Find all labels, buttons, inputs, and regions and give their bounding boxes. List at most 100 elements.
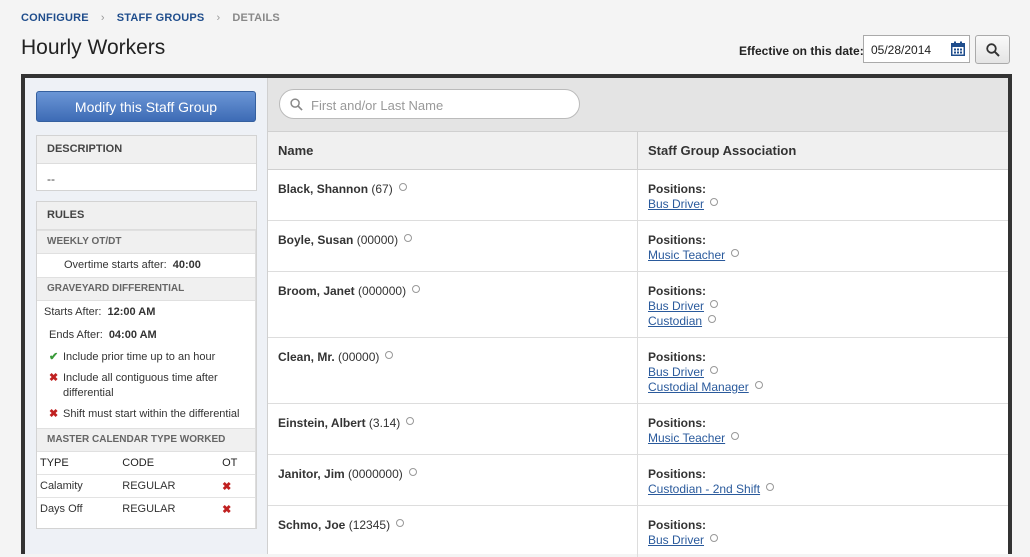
cross-icon: ✖ — [222, 480, 232, 493]
info-icon[interactable] — [412, 285, 421, 293]
table-row[interactable]: Boyle, Susan (00000) Positions: Music Tea… — [268, 221, 1008, 272]
info-icon[interactable] — [731, 249, 740, 257]
rule-check-item: ✖ Shift must start within the differentia… — [37, 404, 255, 428]
info-icon[interactable] — [404, 234, 413, 242]
association-cell: Positions: Bus Driver — [637, 170, 1008, 220]
name-cell: Janitor, Jim (0000000) — [268, 455, 637, 505]
info-icon[interactable] — [754, 381, 763, 389]
left-panel: Modify this Staff Group DESCRIPTION -- R… — [25, 78, 268, 554]
position-link[interactable]: Bus Driver — [648, 299, 704, 313]
table-row[interactable]: Schmo, Joe (12345) Positions: Bus Driver — [268, 506, 1008, 557]
calendar-icon[interactable] — [950, 41, 966, 57]
rules-body: WEEKLY OT/DT Overtime starts after: 40:00… — [37, 230, 255, 520]
cell-code: REGULAR — [119, 474, 220, 498]
position-link[interactable]: Custodial Manager — [648, 380, 749, 394]
position-link[interactable]: Custodian — [648, 314, 702, 328]
cell-type: Days Off — [37, 497, 120, 520]
info-icon[interactable] — [398, 183, 407, 191]
info-icon[interactable] — [766, 483, 775, 491]
position-link[interactable]: Bus Driver — [648, 365, 704, 379]
info-icon[interactable] — [710, 300, 719, 308]
weekly-ot-header: WEEKLY OT/DT — [37, 230, 255, 254]
name-cell: Black, Shannon (67) — [268, 170, 637, 220]
positions-label: Positions: — [648, 518, 707, 532]
table-row[interactable]: Clean, Mr. (00000) Positions: Bus Driver C… — [268, 338, 1008, 404]
effective-date-label: Effective on this date: — [739, 44, 864, 58]
breadcrumb-separator: › — [100, 12, 105, 24]
table-row[interactable]: Black, Shannon (67) Positions: Bus Driver — [268, 170, 1008, 221]
name-cell: Einstein, Albert (3.14) — [268, 404, 637, 454]
page-title: Hourly Workers — [21, 36, 166, 59]
staff-id: (000000) — [358, 284, 407, 298]
breadcrumb-details: DETAILS — [232, 12, 280, 24]
rule-check-item: ✔ Include prior time up to an hour — [37, 347, 255, 368]
association-cell: Positions: Custodian - 2nd Shift — [637, 455, 1008, 505]
modify-staff-group-button[interactable]: Modify this Staff Group — [36, 91, 256, 122]
breadcrumb-staff-groups[interactable]: STAFF GROUPS — [117, 12, 205, 24]
rules-header: RULES — [37, 202, 256, 230]
breadcrumb-configure[interactable]: CONFIGURE — [21, 12, 89, 24]
position-link[interactable]: Music Teacher — [648, 248, 725, 262]
staff-group-frame: Modify this Staff Group DESCRIPTION -- R… — [21, 74, 1012, 557]
info-icon[interactable] — [408, 468, 417, 476]
staff-name: Black, Shannon — [278, 182, 369, 196]
cell-code: REGULAR — [119, 497, 220, 520]
staff-name: Janitor, Jim — [278, 467, 345, 481]
position-link[interactable]: Music Teacher — [648, 431, 725, 445]
staff-id: (3.14) — [368, 416, 401, 430]
positions-label: Positions: — [648, 284, 707, 298]
table-row[interactable]: Broom, Janet (000000) Positions: Bus Driv… — [268, 272, 1008, 338]
breadcrumb: CONFIGURE › STAFF GROUPS › DETAILS — [21, 12, 280, 24]
staff-id: (67) — [371, 182, 393, 196]
col-ot: OT — [219, 452, 255, 475]
date-search-button[interactable] — [975, 35, 1010, 64]
position-link[interactable]: Bus Driver — [648, 533, 704, 547]
master-calendar-table: TYPE CODE OT Calamity REGULAR ✖ Days Off… — [37, 452, 255, 520]
breadcrumb-separator: › — [216, 12, 221, 24]
right-panel: Name Staff Group Association Black, Shan… — [268, 78, 1008, 557]
name-cell: Boyle, Susan (00000) — [268, 221, 637, 271]
info-icon[interactable] — [710, 366, 719, 374]
name-search-input[interactable] — [309, 95, 573, 115]
staff-id: (12345) — [348, 518, 391, 532]
table-row[interactable]: Einstein, Albert (3.14) Positions: Music … — [268, 404, 1008, 455]
table-row[interactable]: Janitor, Jim (0000000) Positions: Custodi… — [268, 455, 1008, 506]
positions-label: Positions: — [648, 467, 707, 481]
cell-ot: ✖ — [219, 474, 255, 498]
position-link[interactable]: Bus Driver — [648, 197, 704, 211]
rule-check-text: Include prior time up to an hour — [63, 351, 216, 363]
info-icon[interactable] — [396, 519, 405, 527]
name-search-field[interactable] — [279, 89, 580, 119]
staff-name: Clean, Mr. — [278, 350, 335, 364]
col-type: TYPE — [37, 452, 120, 475]
info-icon[interactable] — [406, 417, 415, 425]
info-icon[interactable] — [385, 351, 394, 359]
cell-ot: ✖ — [219, 497, 255, 520]
graveyard-ends: Ends After: 04:00 AM — [37, 324, 255, 347]
cell-type: Calamity — [37, 474, 120, 498]
grid-header: Name Staff Group Association — [268, 131, 1008, 170]
search-bar — [268, 78, 1008, 131]
effective-date-value: 05/28/2014 — [871, 43, 932, 57]
position-link[interactable]: Custodian - 2nd Shift — [648, 482, 760, 496]
rules-panel: RULES WEEKLY OT/DT Overtime starts after… — [36, 201, 257, 529]
search-icon — [986, 43, 1000, 57]
staff-id: (00000) — [338, 350, 380, 364]
positions-label: Positions: — [648, 350, 707, 364]
info-icon[interactable] — [731, 432, 740, 440]
description-panel: DESCRIPTION -- — [36, 135, 257, 191]
check-icon: ✔ — [49, 351, 59, 363]
starts-value: 12:00 AM — [107, 306, 156, 318]
overtime-rule: Overtime starts after: 40:00 — [37, 254, 255, 277]
rules-scrollbar[interactable]: ▲ ▼ — [255, 230, 256, 528]
info-icon[interactable] — [710, 198, 719, 206]
cross-icon: ✖ — [49, 372, 59, 384]
rule-check-text: Include all contiguous time after differ… — [63, 372, 218, 399]
info-icon[interactable] — [710, 534, 719, 542]
col-name-header[interactable]: Name — [268, 132, 313, 169]
description-value: -- — [47, 172, 55, 186]
info-icon[interactable] — [708, 315, 717, 323]
overtime-label: Overtime starts after: — [64, 259, 167, 271]
effective-date-input[interactable]: 05/28/2014 — [863, 35, 970, 63]
col-association-header[interactable]: Staff Group Association — [637, 132, 796, 169]
